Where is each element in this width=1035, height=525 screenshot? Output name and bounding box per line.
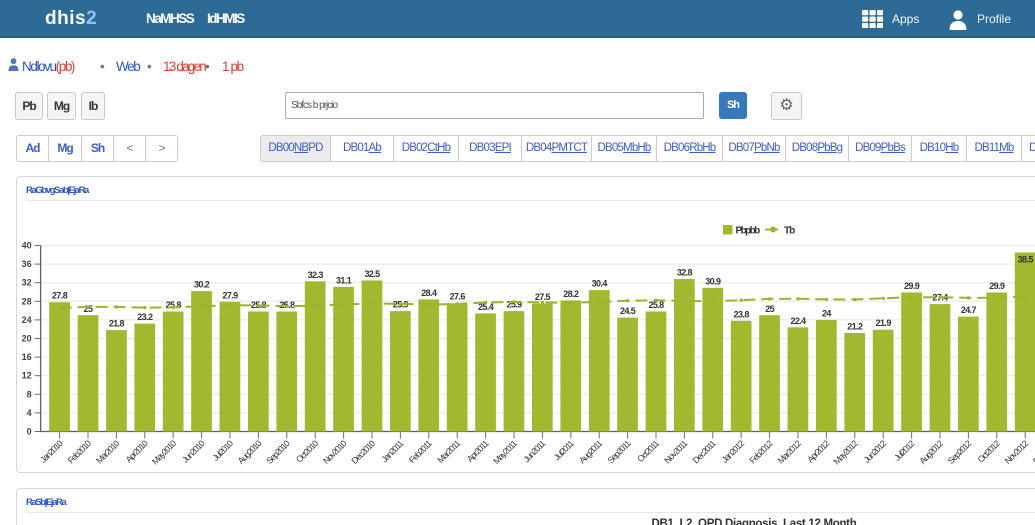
svg-text:27.5: 27.5 (535, 292, 551, 302)
svg-text:Feb2011: Feb2011 (407, 438, 434, 465)
svg-text:Jan2012: Jan2012 (720, 438, 747, 465)
svg-text:32.5: 32.5 (364, 269, 380, 279)
svg-text:Oct2012: Oct2012 (976, 438, 1002, 464)
svg-text:24.5: 24.5 (620, 306, 636, 316)
svg-text:Tb: Tb (784, 226, 795, 237)
svg-text:Sep2011: Sep2011 (605, 438, 632, 465)
svg-text:Dec2011: Dec2011 (691, 438, 718, 465)
svg-text:Mar2010: Mar2010 (94, 438, 121, 465)
svg-text:Jun2010: Jun2010 (180, 438, 207, 465)
svg-text:May2011: May2011 (491, 438, 519, 466)
svg-text:23.2: 23.2 (137, 312, 153, 322)
svg-text:20: 20 (22, 334, 32, 344)
svg-text:27.8: 27.8 (52, 291, 68, 301)
svg-text:27.6: 27.6 (450, 292, 466, 302)
svg-text:29.9: 29.9 (989, 281, 1005, 291)
svg-text:28.4: 28.4 (421, 288, 437, 298)
svg-text:40: 40 (22, 241, 32, 251)
svg-text:May2010: May2010 (150, 438, 178, 466)
svg-text:Jan2011: Jan2011 (379, 438, 405, 464)
svg-text:Oct2010: Oct2010 (294, 438, 320, 464)
svg-text:Oct2011: Oct2011 (635, 438, 661, 464)
svg-text:30.4: 30.4 (592, 279, 608, 289)
svg-text:Nov2010: Nov2010 (321, 438, 349, 466)
svg-text:12: 12 (22, 371, 32, 381)
svg-text:38.5: 38.5 (1018, 255, 1034, 265)
svg-text:Feb2012: Feb2012 (747, 438, 774, 465)
svg-text:May2012: May2012 (831, 438, 859, 466)
svg-text:30.9: 30.9 (705, 276, 721, 286)
svg-text:Pbpbb: Pbpbb (736, 226, 761, 237)
svg-text:4: 4 (27, 408, 32, 418)
svg-text:Jun2012: Jun2012 (862, 438, 889, 465)
svg-text:24: 24 (22, 315, 32, 325)
svg-text:Apr2011: Apr2011 (465, 438, 491, 464)
svg-text:Apr2010: Apr2010 (124, 438, 150, 464)
svg-text:Aug2010: Aug2010 (236, 438, 264, 466)
svg-text:Jun2011: Jun2011 (521, 438, 547, 464)
svg-text:29.9: 29.9 (904, 281, 920, 291)
svg-text:Nov2012: Nov2012 (1003, 438, 1031, 466)
svg-text:Apr2012: Apr2012 (805, 438, 831, 464)
svg-text:32: 32 (22, 278, 32, 288)
svg-text:23.8: 23.8 (734, 309, 750, 319)
svg-text:21.8: 21.8 (109, 319, 125, 329)
svg-text:Dec2012: Dec2012 (1031, 438, 1035, 466)
svg-text:Sep2012: Sep2012 (946, 438, 974, 466)
svg-text:21.2: 21.2 (847, 321, 863, 331)
svg-text:22.4: 22.4 (790, 316, 806, 326)
svg-text:8: 8 (27, 389, 32, 399)
svg-text:Jan2010: Jan2010 (38, 438, 65, 465)
svg-text:Nov2011: Nov2011 (662, 438, 689, 465)
svg-text:27.9: 27.9 (222, 290, 238, 300)
svg-text:Jul2011: Jul2011 (552, 438, 576, 462)
svg-text:Jul2010: Jul2010 (210, 438, 235, 463)
svg-text:28: 28 (22, 296, 32, 306)
svg-text:16: 16 (22, 352, 32, 362)
svg-text:Feb2010: Feb2010 (66, 438, 93, 465)
svg-text:36: 36 (22, 259, 32, 269)
svg-text:30.2: 30.2 (194, 280, 210, 290)
svg-text:Aug2012: Aug2012 (917, 438, 945, 466)
svg-text:25: 25 (765, 304, 774, 314)
svg-text:0: 0 (27, 427, 32, 437)
svg-text:Dec2010: Dec2010 (349, 438, 377, 466)
svg-text:Mar2012: Mar2012 (776, 438, 803, 465)
svg-text:Mar2011: Mar2011 (435, 438, 462, 465)
svg-text:31.1: 31.1 (336, 275, 352, 285)
svg-text:Sep2010: Sep2010 (264, 438, 292, 466)
svg-text:28.2: 28.2 (563, 289, 579, 299)
svg-text:32.3: 32.3 (308, 270, 324, 280)
svg-text:24: 24 (822, 308, 831, 318)
svg-text:32.8: 32.8 (677, 268, 693, 278)
svg-text:21.9: 21.9 (876, 318, 892, 328)
svg-text:Aug2011: Aug2011 (577, 438, 604, 465)
svg-text:Jul2012: Jul2012 (892, 438, 917, 463)
svg-text:24.7: 24.7 (961, 305, 977, 315)
